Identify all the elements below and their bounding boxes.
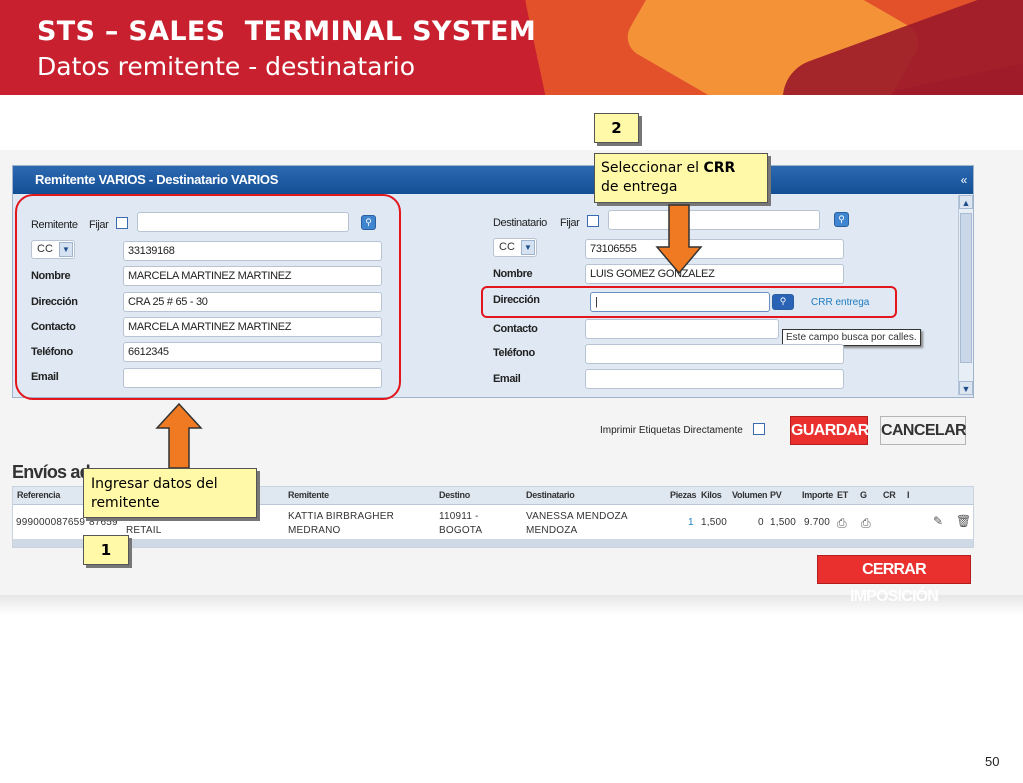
slide-subtitle: Datos remitente - destinatario: [37, 52, 416, 81]
arrow-down-icon: [655, 204, 703, 275]
destinatario-nombre-input[interactable]: LUIS GOMEZ GONZALEZ: [585, 264, 844, 284]
col-referencia[interactable]: Referencia: [17, 490, 60, 500]
callout-1: Ingresar datos del remitente: [83, 468, 257, 518]
cell-referencia: 999000087659: [16, 517, 86, 528]
chevron-down-icon: ▼: [521, 240, 535, 255]
callout-2-text-line1: Seleccionar el CRR: [601, 159, 767, 178]
envios-title: Envíos ad: [12, 462, 91, 482]
col-volumen[interactable]: Volumen: [732, 490, 768, 500]
print-label-icon[interactable]: ⎙: [837, 516, 847, 531]
cell-remitente-2: MEDRANO: [288, 525, 341, 536]
destinatario-email-input[interactable]: [585, 369, 844, 389]
col-cr[interactable]: CR: [883, 490, 896, 500]
col-i[interactable]: I: [907, 490, 910, 500]
cell-destinatario-2: MENDOZA: [526, 525, 578, 536]
cell-destino-2: BOGOTA: [439, 525, 483, 536]
destinatario-telefono-input[interactable]: [585, 344, 844, 364]
destinatario-search-icon[interactable]: ⚲: [834, 212, 849, 227]
callout-2-text-line2: de entrega: [601, 179, 678, 195]
print-guide-icon[interactable]: ⎙: [861, 516, 871, 531]
collapse-icon[interactable]: «: [955, 166, 973, 194]
col-importe[interactable]: Importe: [802, 490, 833, 500]
arrow-up-icon: [155, 402, 203, 469]
col-pv[interactable]: PV: [770, 490, 782, 500]
destinatario-doc-type-value: CC: [499, 241, 515, 253]
destinatario-contacto-label: Contacto: [493, 323, 538, 335]
destinatario-nombre-label: Nombre: [493, 268, 533, 280]
cancelar-button[interactable]: CANCELAR: [880, 416, 967, 445]
panel-header: Remitente VARIOS - Destinatario VARIOS: [13, 166, 973, 194]
destinatario-label: Destinatario: [493, 217, 547, 229]
guardar-button[interactable]: GUARDAR: [790, 416, 869, 445]
destinatario-doc-number-input[interactable]: 73106555: [585, 239, 844, 259]
edit-pencil-icon[interactable]: ✎: [933, 514, 943, 528]
cell-destino-1: 110911 -: [439, 511, 479, 522]
cell-importe: 9.700: [804, 517, 831, 528]
slide-title: STS – SALES TERMINAL SYSTEM: [37, 16, 537, 47]
col-destino[interactable]: Destino: [439, 490, 470, 500]
destinatario-fijar-label: Fijar: [560, 217, 580, 229]
col-et[interactable]: ET: [837, 490, 848, 500]
scroll-down-icon[interactable]: ▼: [959, 381, 973, 395]
cell-remitente-1: KATTIA BIRBRAGHER: [288, 511, 395, 522]
destinatario-contacto-input[interactable]: [585, 319, 779, 339]
col-kilos[interactable]: Kilos: [701, 490, 722, 500]
print-labels-label: Imprimir Etiquetas Directamente: [600, 425, 743, 436]
grid-footer: [13, 539, 973, 547]
scroll-up-icon[interactable]: ▲: [959, 195, 973, 209]
callout-2-number: 2: [594, 113, 639, 143]
destinatario-search-input[interactable]: [608, 210, 820, 230]
callout-2-text-bold: CRR: [703, 160, 736, 176]
cell-tipo: RETAIL: [126, 525, 162, 536]
page-number: 50: [985, 754, 1000, 769]
destinatario-telefono-label: Teléfono: [493, 347, 535, 359]
cell-referencia-2: 87659: [89, 517, 118, 528]
callout-2: Seleccionar el CRR de entrega: [594, 153, 768, 203]
cerrar-imposicion-button[interactable]: CERRAR IMPOSICIÓN: [817, 555, 971, 605]
delete-trash-icon[interactable]: 🗑: [956, 514, 971, 528]
print-labels-checkbox[interactable]: [753, 423, 765, 435]
scroll-thumb[interactable]: [960, 213, 972, 363]
col-g[interactable]: G: [860, 490, 867, 500]
cell-volumen: 0: [758, 517, 764, 528]
cell-destinatario-1: VANESSA MENDOZA: [526, 511, 628, 522]
col-remitente[interactable]: Remitente: [288, 490, 329, 500]
remitente-highlight: [15, 194, 401, 400]
cell-piezas[interactable]: 1: [688, 517, 694, 528]
panel-scrollbar[interactable]: ▲ ▼: [958, 195, 973, 395]
callout-2-text-start: Seleccionar el: [601, 160, 704, 176]
col-destinatario[interactable]: Destinatario: [526, 490, 575, 500]
cell-kilos: 1,500: [701, 517, 728, 528]
slide-header: STS – SALES TERMINAL SYSTEM Datos remite…: [0, 0, 1023, 95]
cell-pv: 1,500: [770, 517, 797, 528]
destinatario-fijar-checkbox[interactable]: [587, 215, 599, 227]
callout-1-text-line1: Ingresar datos del: [91, 476, 218, 492]
destinatario-email-label: Email: [493, 373, 521, 385]
direccion-highlight: [481, 286, 897, 318]
col-piezas[interactable]: Piezas: [670, 490, 697, 500]
callout-1-number: 1: [83, 535, 129, 565]
destinatario-doc-type-select[interactable]: CC ▼: [493, 238, 537, 257]
callout-1-text-line2: remitente: [91, 495, 160, 511]
